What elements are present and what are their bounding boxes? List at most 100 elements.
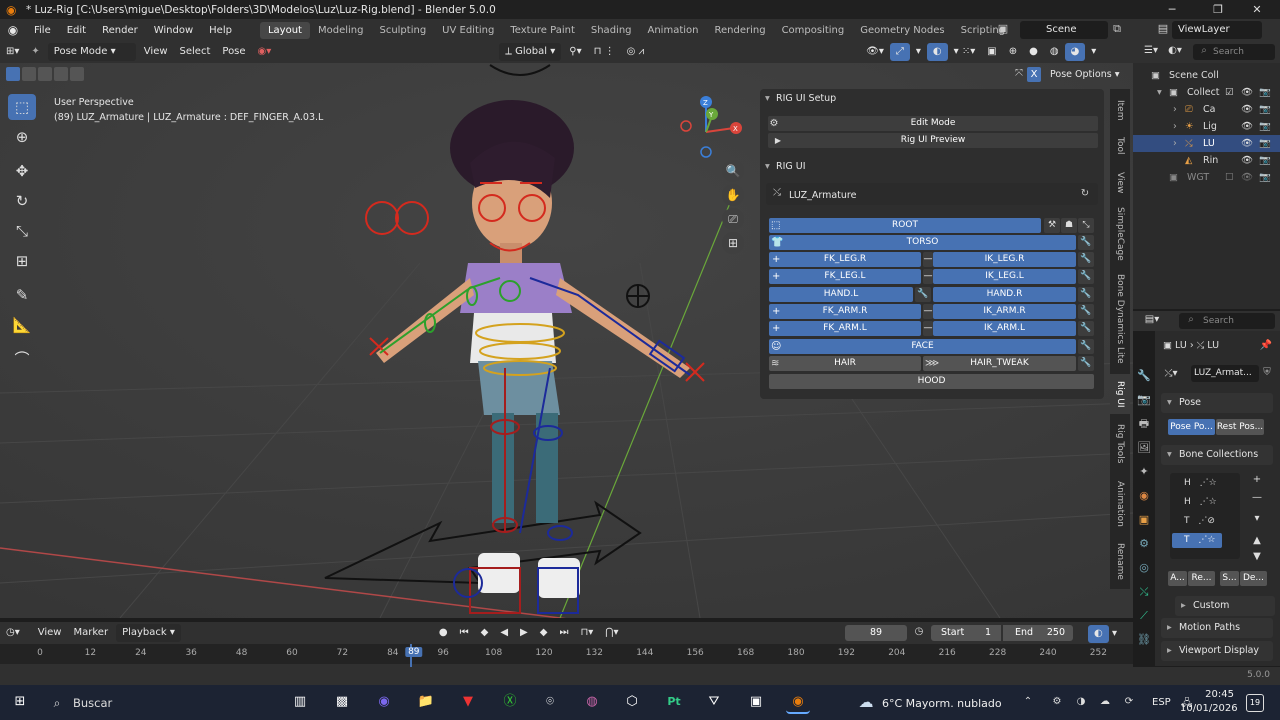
onedrive-icon[interactable]: ☁ — [1098, 696, 1112, 707]
mode-dropdown[interactable]: Pose Mode ▾ — [47, 43, 136, 61]
select-subtract-icon[interactable] — [38, 67, 52, 81]
camera-icon[interactable]: 📷 — [1259, 84, 1271, 101]
task-view-icon[interactable]: ▥ — [288, 690, 312, 714]
outliner-row-wgt[interactable]: ▣ WGT ☐ 👁 📷 — [1133, 169, 1280, 186]
tool-tab-icon[interactable]: 🔧 — [1135, 367, 1153, 385]
physics-tab-icon[interactable]: ◎ — [1135, 559, 1153, 577]
tray-app-icon-2[interactable]: ◑ — [1074, 696, 1088, 707]
menu-window[interactable]: Window — [146, 25, 201, 36]
hidden-eye-icon[interactable]: ⋰⊘ — [1198, 516, 1215, 526]
timeline-editor-icon[interactable]: ◷▾ — [0, 624, 26, 642]
armature-name-field[interactable]: LUZ_Armat... — [1191, 365, 1259, 382]
eye-icon[interactable]: 👁 — [1241, 169, 1253, 186]
reset-icon[interactable]: ↻ — [1078, 188, 1092, 199]
leg-r-wrench-icon[interactable]: 🔧 — [1078, 252, 1094, 267]
measure-tool-icon[interactable]: 📐 — [8, 312, 36, 338]
eye-icon[interactable]: 👁 — [1241, 84, 1253, 101]
menu-edit[interactable]: Edit — [59, 25, 94, 36]
move-down-icon[interactable]: ▼ — [1250, 551, 1264, 562]
current-frame-field[interactable]: 89 — [845, 625, 907, 641]
ik-arm-l-button[interactable]: IK_ARM.L — [933, 321, 1076, 336]
tab-texture-paint[interactable]: Texture Paint — [502, 22, 583, 39]
deselect-button[interactable]: De... — [1240, 571, 1267, 586]
shading-material-icon[interactable]: ◍ — [1044, 43, 1065, 61]
arm-r-switch-icon[interactable]: — — [923, 304, 933, 319]
motion-paths-section[interactable]: Motion Paths — [1161, 618, 1273, 638]
select-intersect-icon[interactable] — [70, 67, 84, 81]
annotate-tool-icon[interactable]: ✎ — [8, 282, 36, 308]
fk-arm-r-button[interactable]: FK_ARM.R — [769, 304, 921, 319]
hair-button[interactable]: HAIR — [769, 356, 921, 371]
select-invert-icon[interactable] — [54, 67, 68, 81]
scale-tool-icon[interactable]: ⤡ — [8, 218, 36, 244]
collection-item[interactable]: H ⋰☆ — [1184, 497, 1217, 507]
collection-item-active[interactable]: T ⋰☆ — [1172, 533, 1222, 548]
clock-time[interactable]: 20:45 — [1194, 689, 1234, 700]
select-button[interactable]: S... — [1220, 571, 1239, 586]
tray-expand-icon[interactable]: ⌃ — [1022, 696, 1034, 707]
root-button[interactable]: ROOT — [769, 218, 1041, 233]
outliner-row-armature[interactable]: › ⤯ LU 👁 📷 — [1133, 135, 1280, 152]
outliner-row-light[interactable]: › ☀ Lig 👁 📷 — [1133, 118, 1280, 135]
app-icon-6[interactable]: ▣ — [744, 690, 768, 714]
add-collection-icon[interactable]: + — [1250, 474, 1264, 485]
camera-icon[interactable]: 📷 — [1259, 101, 1271, 118]
tab-rig-tools[interactable]: Rig Tools — [1110, 419, 1130, 469]
camera-icon[interactable]: 📷 — [1259, 152, 1271, 169]
xbox-icon[interactable]: Ⓧ — [498, 690, 522, 714]
pose-position-button[interactable]: Pose Po... — [1168, 419, 1215, 435]
perspective-toggle-icon[interactable]: ⊞ — [722, 232, 744, 254]
substance-painter-icon[interactable]: Pt — [662, 690, 686, 714]
hand-wrench-icon[interactable]: 🔧 — [915, 287, 931, 302]
end-frame-field[interactable]: End 250 — [1003, 625, 1073, 641]
constraint-tab-icon[interactable]: ⛓ — [1135, 631, 1153, 649]
visibility-icon[interactable]: 👁▾ — [860, 43, 890, 61]
timeline-marker-menu[interactable]: Marker — [67, 624, 114, 642]
jump-end-icon[interactable]: ⏭ — [553, 624, 574, 642]
rig-ui-preview-button[interactable]: Rig UI Preview — [768, 133, 1098, 148]
file-explorer-icon[interactable]: 📁 — [414, 690, 438, 714]
viewport-display-section[interactable]: Viewport Display — [1161, 641, 1273, 661]
gizmo-dropdown-icon[interactable]: ▾ — [910, 43, 927, 61]
taskbar-search[interactable]: Buscar — [73, 696, 112, 710]
app-icon-4[interactable]: ◍ — [580, 690, 604, 714]
view-layer-tab-icon[interactable]: 🖼 — [1135, 439, 1153, 457]
frame-ruler[interactable] — [0, 644, 1133, 664]
shading-dropdown-icon[interactable]: ▾ — [1085, 43, 1102, 61]
world-tab-icon[interactable]: ◉ — [1135, 487, 1153, 505]
edit-mode-button[interactable]: Edit Mode — [768, 116, 1098, 131]
move-tool-icon[interactable]: ✥ — [8, 158, 36, 184]
select-new-icon[interactable] — [6, 67, 20, 81]
star-icon[interactable]: ⋰☆ — [1200, 478, 1217, 488]
sync-icon[interactable]: ⟳ — [1122, 696, 1136, 707]
root-ghost-icon[interactable]: ☗ — [1061, 218, 1077, 233]
select-box-tool-icon[interactable]: ⬚ — [8, 94, 36, 120]
scene-tab-icon[interactable]: ✦ — [1135, 463, 1153, 481]
star-icon[interactable]: ⋰☆ — [1198, 535, 1215, 545]
playback-dropdown[interactable]: Playback ▾ — [116, 624, 181, 642]
tab-animation[interactable]: Animation — [640, 22, 707, 39]
app-icon-2[interactable]: ◉ — [372, 690, 396, 714]
outliner-editor-icon[interactable]: ☰▾ — [1141, 45, 1161, 56]
navigation-gizmo[interactable]: Z Y X — [678, 94, 746, 158]
rig-ui-setup-header[interactable]: RIG UI Setup — [760, 89, 1104, 109]
overlay-dropdown-icon[interactable]: ▾ ⁙▾ — [948, 43, 982, 61]
tab-compositing[interactable]: Compositing — [774, 22, 853, 39]
unity-icon[interactable]: ⬡ — [620, 690, 644, 714]
hand-l-button[interactable]: HAND.L — [769, 287, 913, 302]
clock-date[interactable]: 10/01/2026 — [1180, 703, 1238, 714]
render-tab-icon[interactable]: 📷 — [1135, 391, 1153, 409]
hand-r-wrench-icon[interactable]: 🔧 — [1078, 287, 1094, 302]
scene-browse-icon[interactable]: ▣ — [995, 22, 1011, 35]
tab-modeling[interactable]: Modeling — [310, 22, 372, 39]
jump-start-icon[interactable]: ⏮ — [454, 624, 475, 642]
notification-badge[interactable]: 19 — [1246, 694, 1264, 712]
bone-tab-icon[interactable]: ⟋ — [1135, 607, 1153, 625]
tab-tool[interactable]: Tool — [1110, 131, 1130, 161]
tab-shading[interactable]: Shading — [583, 22, 640, 39]
select-extend-icon[interactable] — [22, 67, 36, 81]
bone-collections-section[interactable]: Bone Collections — [1161, 445, 1273, 465]
modifier-tab-icon[interactable]: ⚙ — [1135, 535, 1153, 553]
move-up-icon[interactable]: ▲ — [1250, 535, 1264, 546]
fk-leg-r-button[interactable]: FK_LEG.R — [769, 252, 921, 267]
